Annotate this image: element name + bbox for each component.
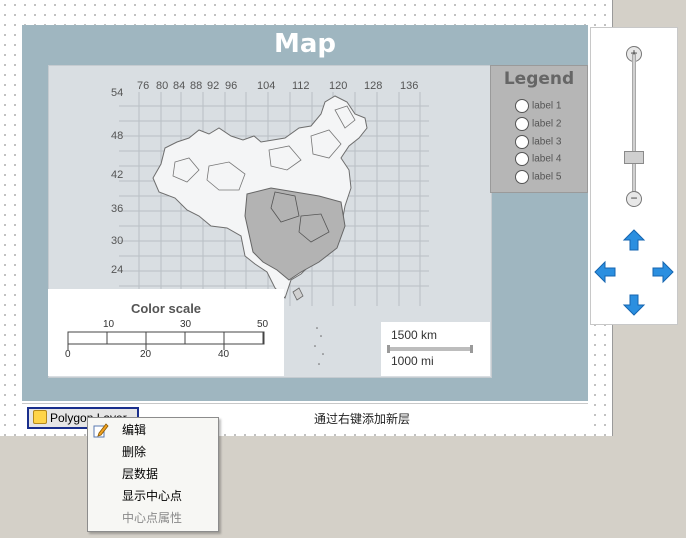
radio-icon[interactable]: [515, 99, 529, 113]
menu-item-centroid-properties: 中心点属性: [122, 511, 183, 525]
lat-tick: 42: [111, 169, 123, 181]
legend-item[interactable]: label 5: [515, 170, 561, 184]
lon-tick-labels: 76 80 84 88 92 96 104 112 120 128 136: [137, 80, 418, 92]
lon-tick: 96: [225, 80, 237, 92]
scale-bar-mi: 1000 mi: [391, 354, 434, 368]
color-scale: Color scale 10 30 50 0 20 40: [48, 289, 284, 376]
legend-title: Legend: [503, 69, 575, 89]
menu-item-delete[interactable]: 删除: [122, 443, 146, 461]
island-dots: [314, 327, 324, 365]
lon-tick: 120: [329, 80, 347, 92]
legend: Legend label 1 label 2 label 3 label 4 l…: [490, 65, 588, 193]
color-scale-axis: [67, 331, 265, 350]
lon-tick: 76: [137, 80, 149, 92]
navigation-panel: + −: [590, 27, 678, 325]
menu-item-layer-data[interactable]: 层数据: [122, 465, 158, 483]
legend-item[interactable]: label 2: [515, 117, 561, 131]
lon-tick: 112: [292, 80, 310, 92]
scale-bar: 1500 km 1000 mi: [381, 322, 490, 376]
scale-bar-km: 1500 km: [391, 328, 438, 342]
legend-item-label: label 3: [532, 136, 562, 148]
legend-item-label: label 2: [532, 118, 562, 130]
scale-bar-line: [387, 345, 473, 353]
pan-up-icon[interactable]: [622, 228, 646, 252]
map-control[interactable]: Map 76 80 84 88 92 96 104 112 120 128 13…: [22, 25, 588, 401]
map-title: Map: [273, 29, 337, 59]
menu-item-edit[interactable]: 编辑: [122, 421, 146, 439]
lon-tick: 136: [400, 80, 418, 92]
lat-tick: 48: [111, 130, 123, 142]
pan-right-icon[interactable]: [651, 260, 675, 284]
legend-item[interactable]: label 3: [515, 135, 561, 149]
lat-tick: 30: [111, 235, 123, 247]
pan-left-icon[interactable]: [593, 260, 617, 284]
add-layer-hint: 通过右键添加新层: [313, 412, 410, 426]
radio-icon[interactable]: [515, 135, 529, 149]
country-polygons: [152, 95, 368, 301]
zoom-slider-thumb[interactable]: [624, 151, 644, 164]
lon-tick: 88: [190, 80, 202, 92]
pan-down-icon[interactable]: [622, 293, 646, 317]
color-scale-tick: 20: [140, 349, 152, 360]
legend-item[interactable]: label 4: [515, 152, 561, 166]
radio-icon[interactable]: [515, 152, 529, 166]
lat-tick: 54: [111, 87, 123, 99]
menu-item-show-centroid[interactable]: 显示中心点: [122, 487, 182, 505]
context-menu: 编辑 删除 层数据 显示中心点 中心点属性: [87, 417, 219, 532]
radio-icon[interactable]: [515, 117, 529, 131]
lat-tick: 36: [111, 203, 123, 215]
lon-tick: 84: [173, 80, 185, 92]
legend-item[interactable]: label 1: [515, 99, 561, 113]
legend-item-label: label 1: [532, 100, 562, 112]
edit-icon: [93, 423, 109, 438]
radio-icon[interactable]: [515, 170, 529, 184]
lon-tick: 128: [364, 80, 382, 92]
zoom-out-button[interactable]: −: [626, 191, 642, 207]
zoom-slider-track[interactable]: [632, 54, 636, 199]
polygon-layer-icon: [33, 410, 47, 424]
color-scale-tick: 0: [65, 349, 71, 360]
legend-item-label: label 5: [532, 171, 562, 183]
lon-tick: 104: [257, 80, 275, 92]
lon-tick: 80: [156, 80, 168, 92]
lat-tick: 24: [111, 264, 123, 276]
color-scale-tick: 40: [218, 349, 230, 360]
legend-item-label: label 4: [532, 153, 562, 165]
lon-tick: 92: [207, 80, 219, 92]
